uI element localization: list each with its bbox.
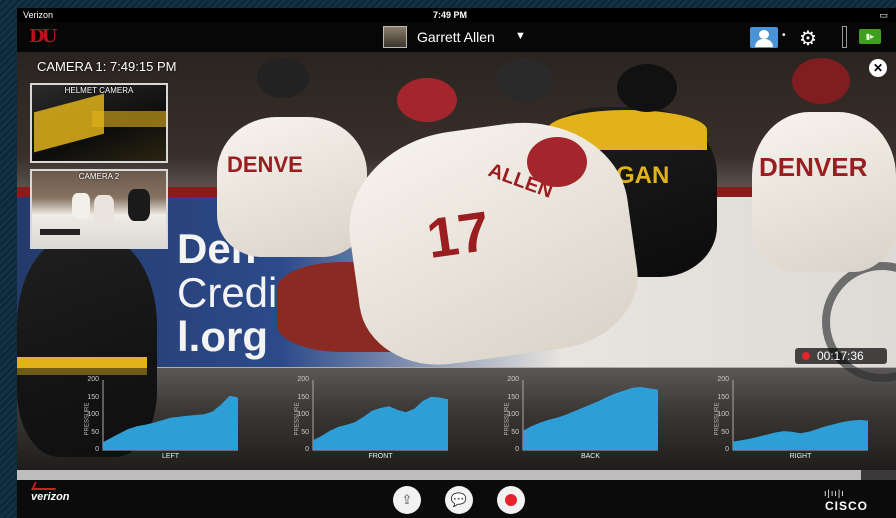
user-profile-icon[interactable] [750, 27, 778, 48]
record-icon[interactable] [497, 486, 525, 514]
helmet [497, 58, 553, 102]
verizon-logo: verizon [31, 491, 70, 503]
camera-timestamp-label: CAMERA 1: 7:49:15 PM [37, 59, 177, 74]
camera-2-thumbnail[interactable]: CAMERA 2 [30, 169, 168, 249]
signal-bar-icon [842, 26, 847, 48]
recording-dot-icon [802, 352, 810, 360]
sensor-area-right [733, 419, 868, 450]
team-logo: DU [29, 26, 57, 47]
helmet [397, 78, 457, 122]
helmet [617, 64, 677, 112]
share-icon[interactable]: ⇪ [393, 486, 421, 514]
playback-progress-fill [17, 470, 861, 480]
verizon-logo-check [31, 482, 59, 490]
app-screen: Verizon 7:49 PM ▭ DU Garrett Allen ▼ • ⚙… [17, 8, 896, 518]
player-name-dropdown[interactable]: Garrett Allen [417, 29, 495, 45]
thumbnail-label: HELMET CAMERA [64, 86, 134, 95]
thumbnail-image [92, 111, 166, 127]
battery-icon: ▭ [879, 10, 888, 20]
playback-scrubber[interactable] [17, 470, 896, 480]
jersey-number-featured: 17 [422, 198, 494, 271]
recording-timer: 00:17:36 [795, 348, 887, 364]
helmet [792, 58, 850, 104]
status-bar: Verizon 7:49 PM ▭ [17, 8, 896, 22]
status-time: 7:49 PM [433, 10, 468, 20]
thumbnail-stick [40, 229, 80, 235]
sensor-area-front [313, 396, 448, 450]
player-left-background [217, 117, 367, 257]
sensor-label: LEFT [161, 453, 180, 460]
jersey-text-left: DENVE [227, 152, 303, 177]
cisco-logo: CISCO [825, 499, 869, 513]
thumbnail-player [128, 189, 150, 221]
thumbnail-label: CAMERA 2 [78, 172, 120, 181]
battery-badge-icon: ▮▸ [859, 29, 881, 44]
player-right-background [752, 112, 896, 272]
sensor-chart-right: PRESSURE 200 150 100 50 0 RIGHT [707, 368, 896, 470]
sensor-label: BACK [580, 453, 601, 460]
sensor-label: RIGHT [789, 453, 812, 460]
sensor-label: FRONT [368, 453, 393, 460]
thumbnail-player [72, 193, 90, 219]
cisco-logo-bars: ı|ıı|ı [824, 488, 845, 498]
sensor-chart-front: PRESSURE 200 150 100 50 0 FRONT [287, 368, 487, 470]
profile-menu-indicator: • [782, 30, 786, 41]
carrier-label: Verizon [23, 10, 54, 20]
helmet [257, 58, 309, 98]
bottom-toolbar: verizon ⇪ 💬 ı|ıı|ı CISCO [17, 480, 896, 518]
recording-elapsed: 00:17:36 [817, 349, 864, 363]
close-icon[interactable]: ✕ [869, 59, 887, 77]
chevron-down-icon[interactable]: ▼ [515, 30, 526, 42]
player-avatar[interactable] [383, 26, 407, 48]
pressure-sensor-panel: PRESSURE 200 150 100 50 0 LEFT PRESSURE 200 150 10… [17, 368, 896, 470]
device-frame: Verizon 7:49 PM ▭ DU Garrett Allen ▼ • ⚙… [0, 0, 896, 518]
helmet [527, 137, 587, 187]
thumbnail-player [94, 195, 114, 225]
nav-bar: DU Garrett Allen ▼ • ⚙ ▮▸ [17, 22, 896, 52]
helmet-camera-thumbnail[interactable]: HELMET CAMERA [30, 83, 168, 163]
sensor-chart-back: PRESSURE 200 150 100 50 0 BACK [497, 368, 697, 470]
chat-bubble-icon[interactable]: 💬 [445, 486, 473, 514]
sensor-area-back [523, 387, 658, 450]
jersey-text-right: DENVER [759, 152, 868, 182]
gear-icon[interactable]: ⚙ [799, 26, 817, 51]
sensor-area-left [103, 395, 238, 450]
sensor-chart-left: PRESSURE 200 150 100 50 0 LEFT [77, 368, 277, 470]
